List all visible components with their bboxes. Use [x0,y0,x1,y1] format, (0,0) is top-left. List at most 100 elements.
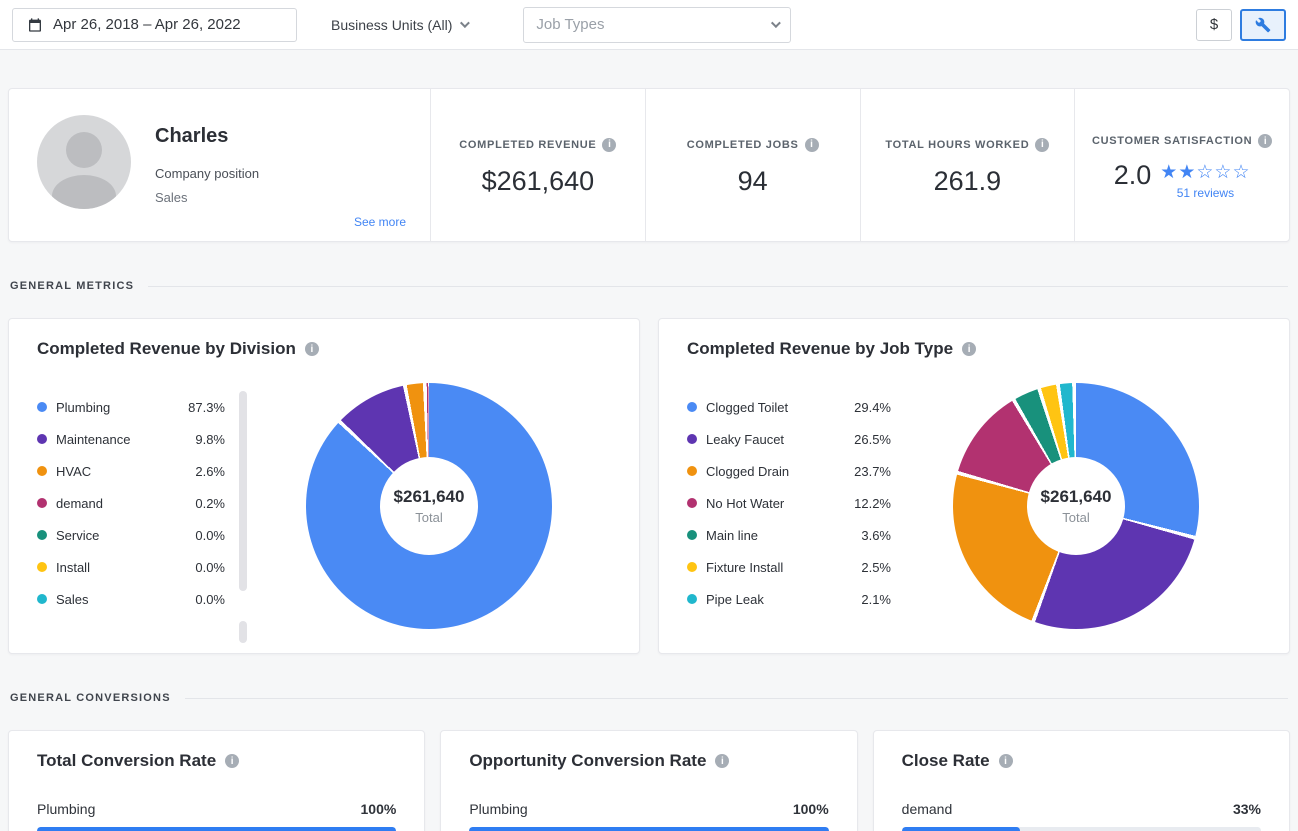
legend-percent: 0.2% [195,496,225,511]
info-icon[interactable]: i [715,754,729,768]
legend-item[interactable]: HVAC2.6% [37,455,225,487]
legend-item[interactable]: Leaky Faucet26.5% [687,423,891,455]
stat-total-hours-worked: TOTAL HOURS WORKED i 261.9 [860,89,1075,241]
info-icon[interactable]: i [962,342,976,356]
info-icon[interactable]: i [602,138,616,152]
legend-item[interactable]: Fixture Install2.5% [687,551,891,583]
progress-bar [469,827,828,831]
card-close-rate: Close Rate i demand 33% [873,730,1290,831]
info-icon[interactable]: i [999,754,1013,768]
legend-scrollbar[interactable] [239,391,247,643]
legend-percent: 87.3% [188,400,225,415]
calendar-icon [27,17,43,33]
legend-item[interactable]: Clogged Drain23.7% [687,455,891,487]
legend-color-dot [687,434,697,444]
legend-label: HVAC [56,464,91,479]
job-types-dropdown[interactable]: Job Types [523,7,791,43]
business-units-dropdown[interactable]: Business Units (All) [331,17,467,33]
donut-center: $261,640 Total [1027,457,1125,555]
legend-label: demand [56,496,103,511]
legend-label: Pipe Leak [706,592,764,607]
legend-item[interactable]: No Hot Water12.2% [687,487,891,519]
legend-color-dot [37,594,47,604]
profile-name: Charles [155,125,259,148]
legend-color-dot [37,434,47,444]
star-outline-icon: ☆ [1232,161,1250,183]
legend-item[interactable]: Pipe Leak2.1% [687,583,891,615]
profile-position: Company position [155,166,259,181]
legend-label: Maintenance [56,432,130,447]
card-title: Close Rate [902,751,990,771]
stat-customer-satisfaction: CUSTOMER SATISFACTION i 2.0 ★★☆☆☆ 51 rev… [1074,89,1289,241]
legend-label: Main line [706,528,758,543]
info-icon[interactable]: i [305,342,319,356]
info-icon[interactable]: i [1258,134,1272,148]
legend-percent: 29.4% [854,400,891,415]
donut-total-value: $261,640 [394,487,465,507]
legend-item[interactable]: Maintenance 9.8% [37,423,225,455]
card-opportunity-conversion-rate: Opportunity Conversion Rate i Plumbing 1… [440,730,857,831]
currency-toggle-button[interactable]: $ [1196,9,1232,41]
rating-value: 2.0 [1114,160,1152,191]
legend-item[interactable]: demand 0.2% [37,487,225,519]
topbar: Apr 26, 2018 – Apr 26, 2022 Business Uni… [0,0,1298,50]
section-title: GENERAL METRICS [10,280,134,292]
see-more-link[interactable]: See more [354,215,406,229]
legend-item[interactable]: Plumbing87.3% [37,391,225,423]
donut-chart[interactable]: $261,640 Total [306,383,552,629]
date-range-picker[interactable]: Apr 26, 2018 – Apr 26, 2022 [12,8,297,42]
info-icon[interactable]: i [1035,138,1049,152]
legend-color-dot [37,402,47,412]
star-outline-icon: ☆ [1196,161,1214,183]
chart-title: Completed Revenue by Job Type [687,339,953,359]
section-divider [185,698,1288,699]
conversion-row-value: 33% [1233,801,1261,817]
stat-value: 94 [738,166,768,197]
legend-item[interactable]: Clogged Toilet 29.4% [687,391,891,423]
section-general-metrics: GENERAL METRICS [10,280,1288,292]
legend-percent: 0.0% [195,528,225,543]
stat-label: CUSTOMER SATISFACTION [1092,135,1252,147]
conversion-row-label: Plumbing [469,801,527,817]
settings-wrench-button[interactable] [1240,9,1286,41]
stat-completed-jobs: COMPLETED JOBS i 94 [645,89,860,241]
business-units-label: Business Units (All) [331,17,452,33]
star-filled-icon: ★ [1160,161,1178,183]
job-types-placeholder: Job Types [536,16,604,33]
info-icon[interactable]: i [805,138,819,152]
legend-label: Install [56,560,90,575]
legend-item[interactable]: Install0.0% [37,551,225,583]
legend-percent: 3.6% [861,528,891,543]
legend-color-dot [37,562,47,572]
profile-stats-card: Charles Company position Sales See more … [8,88,1290,242]
section-title: GENERAL CONVERSIONS [10,692,171,704]
chart-card-revenue-by-job-type: Completed Revenue by Job Type i Clogged … [658,318,1290,654]
progress-fill [37,827,396,831]
donut-total-label: Total [1062,510,1089,525]
legend-percent: 12.2% [854,496,891,511]
legend-item[interactable]: Sales0.0% [37,583,225,615]
legend-color-dot [687,594,697,604]
legend-percent: 9.8% [195,432,225,447]
chevron-down-icon [460,18,470,28]
legend-color-dot [687,562,697,572]
donut-center: $261,640 Total [380,457,478,555]
conversion-row-label: Plumbing [37,801,95,817]
chart-card-revenue-by-division: Completed Revenue by Division i Plumbing… [8,318,640,654]
legend-percent: 23.7% [854,464,891,479]
donut-chart[interactable]: $261,640 Total [953,383,1199,629]
scrollbar-thumb[interactable] [239,391,247,591]
progress-fill [469,827,828,831]
legend-percent: 2.5% [861,560,891,575]
wrench-icon [1255,17,1271,33]
profile-department: Sales [155,190,259,205]
info-icon[interactable]: i [225,754,239,768]
section-general-conversions: GENERAL CONVERSIONS [10,692,1288,704]
reviews-link[interactable]: 51 reviews [1177,186,1234,200]
legend-item[interactable]: Main line 3.6% [687,519,891,551]
legend-color-dot [687,498,697,508]
legend-label: Clogged Toilet [706,400,788,415]
legend-percent: 26.5% [854,432,891,447]
legend-item[interactable]: Service 0.0% [37,519,225,551]
legend-label: Service [56,528,99,543]
